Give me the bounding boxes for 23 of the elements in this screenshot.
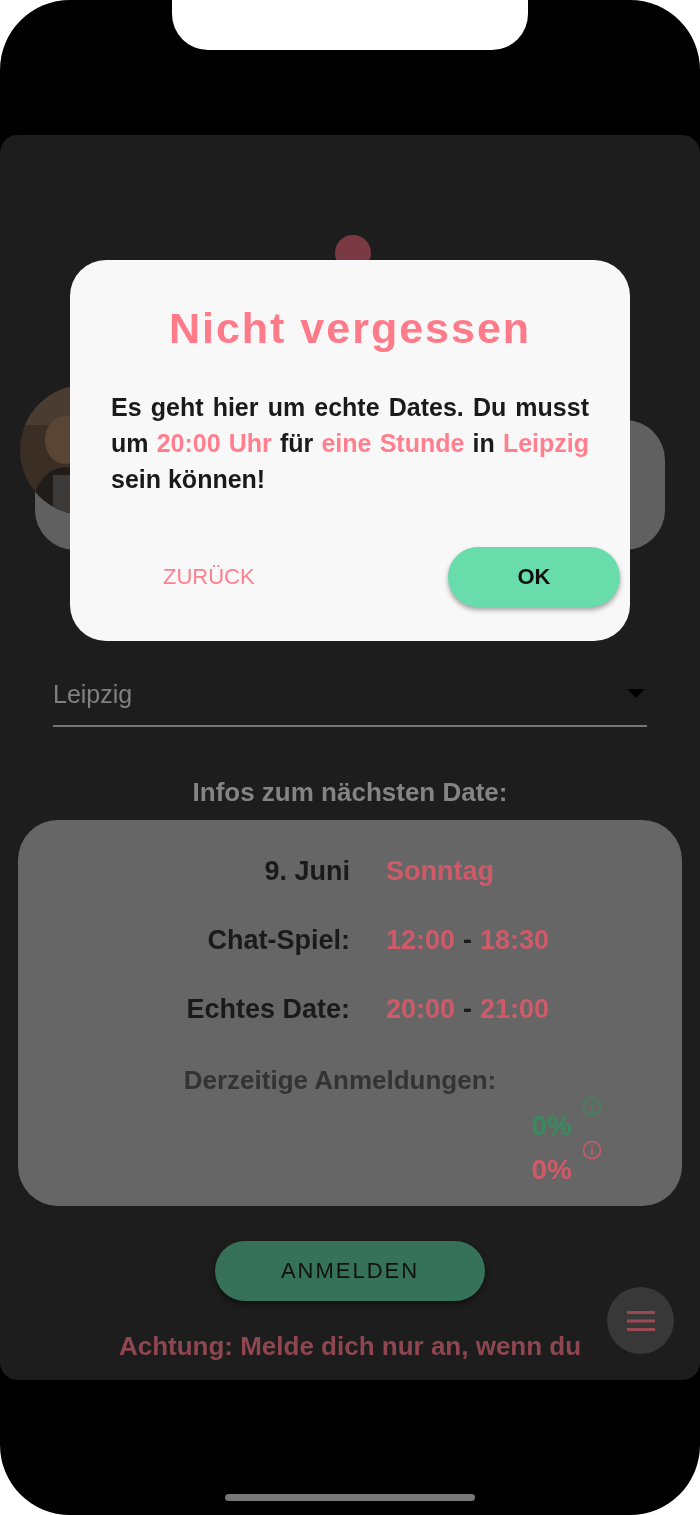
info-icon[interactable] — [582, 1096, 602, 1116]
info-icon[interactable] — [582, 1140, 602, 1160]
info-value: - — [463, 925, 473, 956]
register-button[interactable]: ANMELDEN — [215, 1241, 485, 1301]
back-button[interactable]: ZURÜCK — [151, 554, 267, 600]
dialog-title: Nicht vergessen — [167, 304, 533, 353]
info-value: 20:00 — [386, 994, 456, 1025]
info-value: 18:30 — [480, 925, 550, 956]
ok-button[interactable]: OK — [448, 547, 620, 607]
info-label: 9. Juni — [263, 856, 350, 887]
info-value: 21:00 — [480, 994, 550, 1025]
info-label: Echtes Date: — [185, 994, 350, 1025]
info-label: Chat-Spiel: — [206, 925, 350, 956]
info-value: - — [463, 994, 473, 1025]
dialog-message: Es geht hier um echte Dates. Du musst um 20:00 Uhr für eine Stunde in Leipzig sein können! — [111, 392, 589, 495]
warning-text: Achtung: Melde dich nur an, wenn du — [117, 1330, 583, 1363]
city-dropdown[interactable]: Leipzig — [53, 663, 647, 727]
info-value: 12:00 — [386, 925, 456, 956]
registration-percentage: 0% — [531, 1154, 572, 1186]
info-value: Sonntag — [386, 856, 494, 887]
caret-icon — [627, 689, 645, 699]
info-heading: Infos zum nächsten Date: — [191, 777, 509, 808]
menu-icon — [626, 1310, 655, 1331]
